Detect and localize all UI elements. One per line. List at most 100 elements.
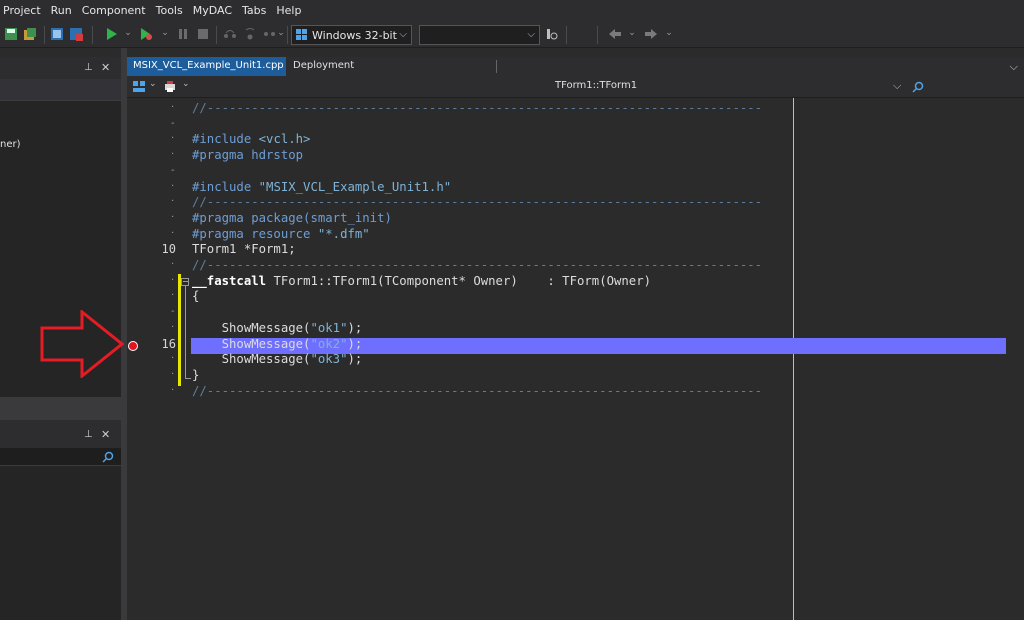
code-line[interactable]: · #pragma resource "*.dfm" [127,226,1024,242]
print-icon[interactable] [164,81,176,93]
code-line[interactable]: 16 ShowMessage("ok2"); [127,336,1024,352]
chevron-down-icon: ⌵ [527,29,535,40]
gutter-marker: · [171,133,175,145]
toolbar-separator [287,26,288,44]
code-line[interactable]: 10 TForm1 *Form1; [127,241,1024,257]
code-text: ShowMessage("ok2"); [192,336,363,351]
tree-item-text[interactable]: ner) [0,139,21,150]
line-number: 10 [161,242,176,257]
line-number [136,304,176,320]
chevron-down-icon[interactable]: ⌄ [123,28,133,38]
chevron-down-icon[interactable]: ⌄ [664,28,674,38]
code-text: //--------------------------------------… [192,101,763,115]
menu-tabs[interactable]: Tabs [237,0,271,22]
code-text: __fastcall TForm1::TForm1(TComponent* Ow… [192,273,652,288]
config-select[interactable]: ⌵ [419,25,540,45]
pin-icon[interactable]: ⊥ [84,429,94,441]
code-line[interactable]: ·{ [127,288,1024,304]
code-editor[interactable]: − ·//-----------------------------------… [127,98,1024,620]
code-text: //--------------------------------------… [192,258,763,272]
code-text: } [192,367,200,382]
forward-arrow-icon[interactable] [644,27,658,41]
annotation-arrow-icon [40,310,124,378]
save-icon[interactable] [4,27,18,41]
chevron-down-icon[interactable]: ⌵ [893,79,901,93]
tab-unit1-cpp[interactable]: MSIX_VCL_Example_Unit1.cpp [127,57,286,85]
platform-label: Windows 32-bit [312,28,397,42]
line-number [136,163,176,179]
close-icon[interactable]: ✕ [101,429,111,440]
gutter-marker: · [171,353,175,365]
gutter-marker: - [171,117,175,129]
class-browser-icon[interactable] [133,81,145,93]
run-icon[interactable] [104,27,118,41]
search-icon[interactable] [912,81,924,93]
code-line[interactable]: ·} [127,367,1024,383]
gutter-marker: · [171,149,175,161]
menu-tools[interactable]: Tools [151,0,188,22]
panel-header: ⊥ ✕ [0,57,121,79]
close-icon[interactable]: ✕ [101,62,111,73]
code-line[interactable]: · #pragma hdrstop [127,147,1024,163]
menu-component[interactable]: Component [77,0,151,22]
menu-run[interactable]: Run [46,0,77,22]
code-text: #include <vcl.h> [192,132,311,147]
line-number [136,367,176,383]
chevron-down-icon[interactable]: ⌄ [160,28,170,38]
pause-icon[interactable] [176,27,190,41]
gutter-marker: - [171,306,175,318]
refresh-icon[interactable] [545,27,559,41]
toolbar-separator [44,26,45,44]
code-line[interactable]: · //-------------------------------------… [127,383,1024,399]
chevron-down-icon[interactable]: ⌄ [149,79,157,89]
line-number [136,100,176,116]
chevron-down-icon[interactable]: ⌄ [182,79,190,89]
code-line[interactable]: · #include <vcl.h> [127,131,1024,147]
code-line[interactable]: · //-------------------------------------… [127,194,1024,210]
menu-mydac[interactable]: MyDAC [188,0,237,22]
back-arrow-icon[interactable] [608,27,622,41]
line-number [136,257,176,273]
code-text: //--------------------------------------… [192,195,763,210]
run-to-cursor-icon[interactable] [262,27,276,41]
line-number [136,320,176,336]
trace-into-icon[interactable] [243,27,257,41]
method-name[interactable]: TForm1::TForm1 [555,80,637,91]
code-line[interactable]: · __fastcall TForm1::TForm1(TComponent* O… [127,273,1024,289]
step-over-icon[interactable] [223,27,237,41]
tab-deployment[interactable]: Deployment MSIX_VCL_Example_Project1 [287,57,497,89]
save-all-icon[interactable] [23,27,37,41]
code-line[interactable]: · //-------------------------------------… [127,100,1024,116]
stop-icon[interactable] [196,27,210,41]
line-number [136,131,176,147]
chevron-down-icon[interactable]: ⌵ [1010,60,1018,74]
platform-select[interactable]: Windows 32-bit ⌵ [291,25,412,45]
code-line[interactable]: - [127,304,1024,320]
editor-toolbar: ⌄ ⌄ TForm1::TForm1 ⌵ [127,76,1024,98]
remove-project-icon[interactable] [69,27,83,41]
run-no-debug-icon[interactable] [139,27,153,41]
code-line[interactable]: - [127,116,1024,132]
chevron-down-icon[interactable]: ⌄ [276,28,286,38]
project-icon[interactable] [50,27,64,41]
gutter-marker: · [171,180,175,192]
code-text: { [192,289,200,304]
code-line[interactable]: - [127,163,1024,179]
chevron-down-icon[interactable]: ⌄ [627,28,637,38]
code-text: #pragma hdrstop [192,148,304,163]
code-line[interactable]: · ShowMessage("ok1"); [127,320,1024,336]
code-line[interactable]: · //-------------------------------------… [127,257,1024,273]
search-icon[interactable] [102,451,114,463]
toolbar-separator [216,26,217,44]
gutter-marker: · [171,227,175,239]
line-number [136,210,176,226]
menu-project[interactable]: Project [0,0,46,22]
pin-icon[interactable]: ⊥ [84,62,94,74]
menu-help[interactable]: Help [271,0,306,22]
code-line[interactable]: · #include "MSIX_VCL_Example_Unit1.h" [127,179,1024,195]
toolbar-separator [92,26,93,44]
code-line[interactable]: · ShowMessage("ok3"); [127,351,1024,367]
code-line[interactable]: · #pragma package(smart_init) [127,210,1024,226]
line-number [136,383,176,399]
palette-search-input[interactable] [0,448,121,466]
